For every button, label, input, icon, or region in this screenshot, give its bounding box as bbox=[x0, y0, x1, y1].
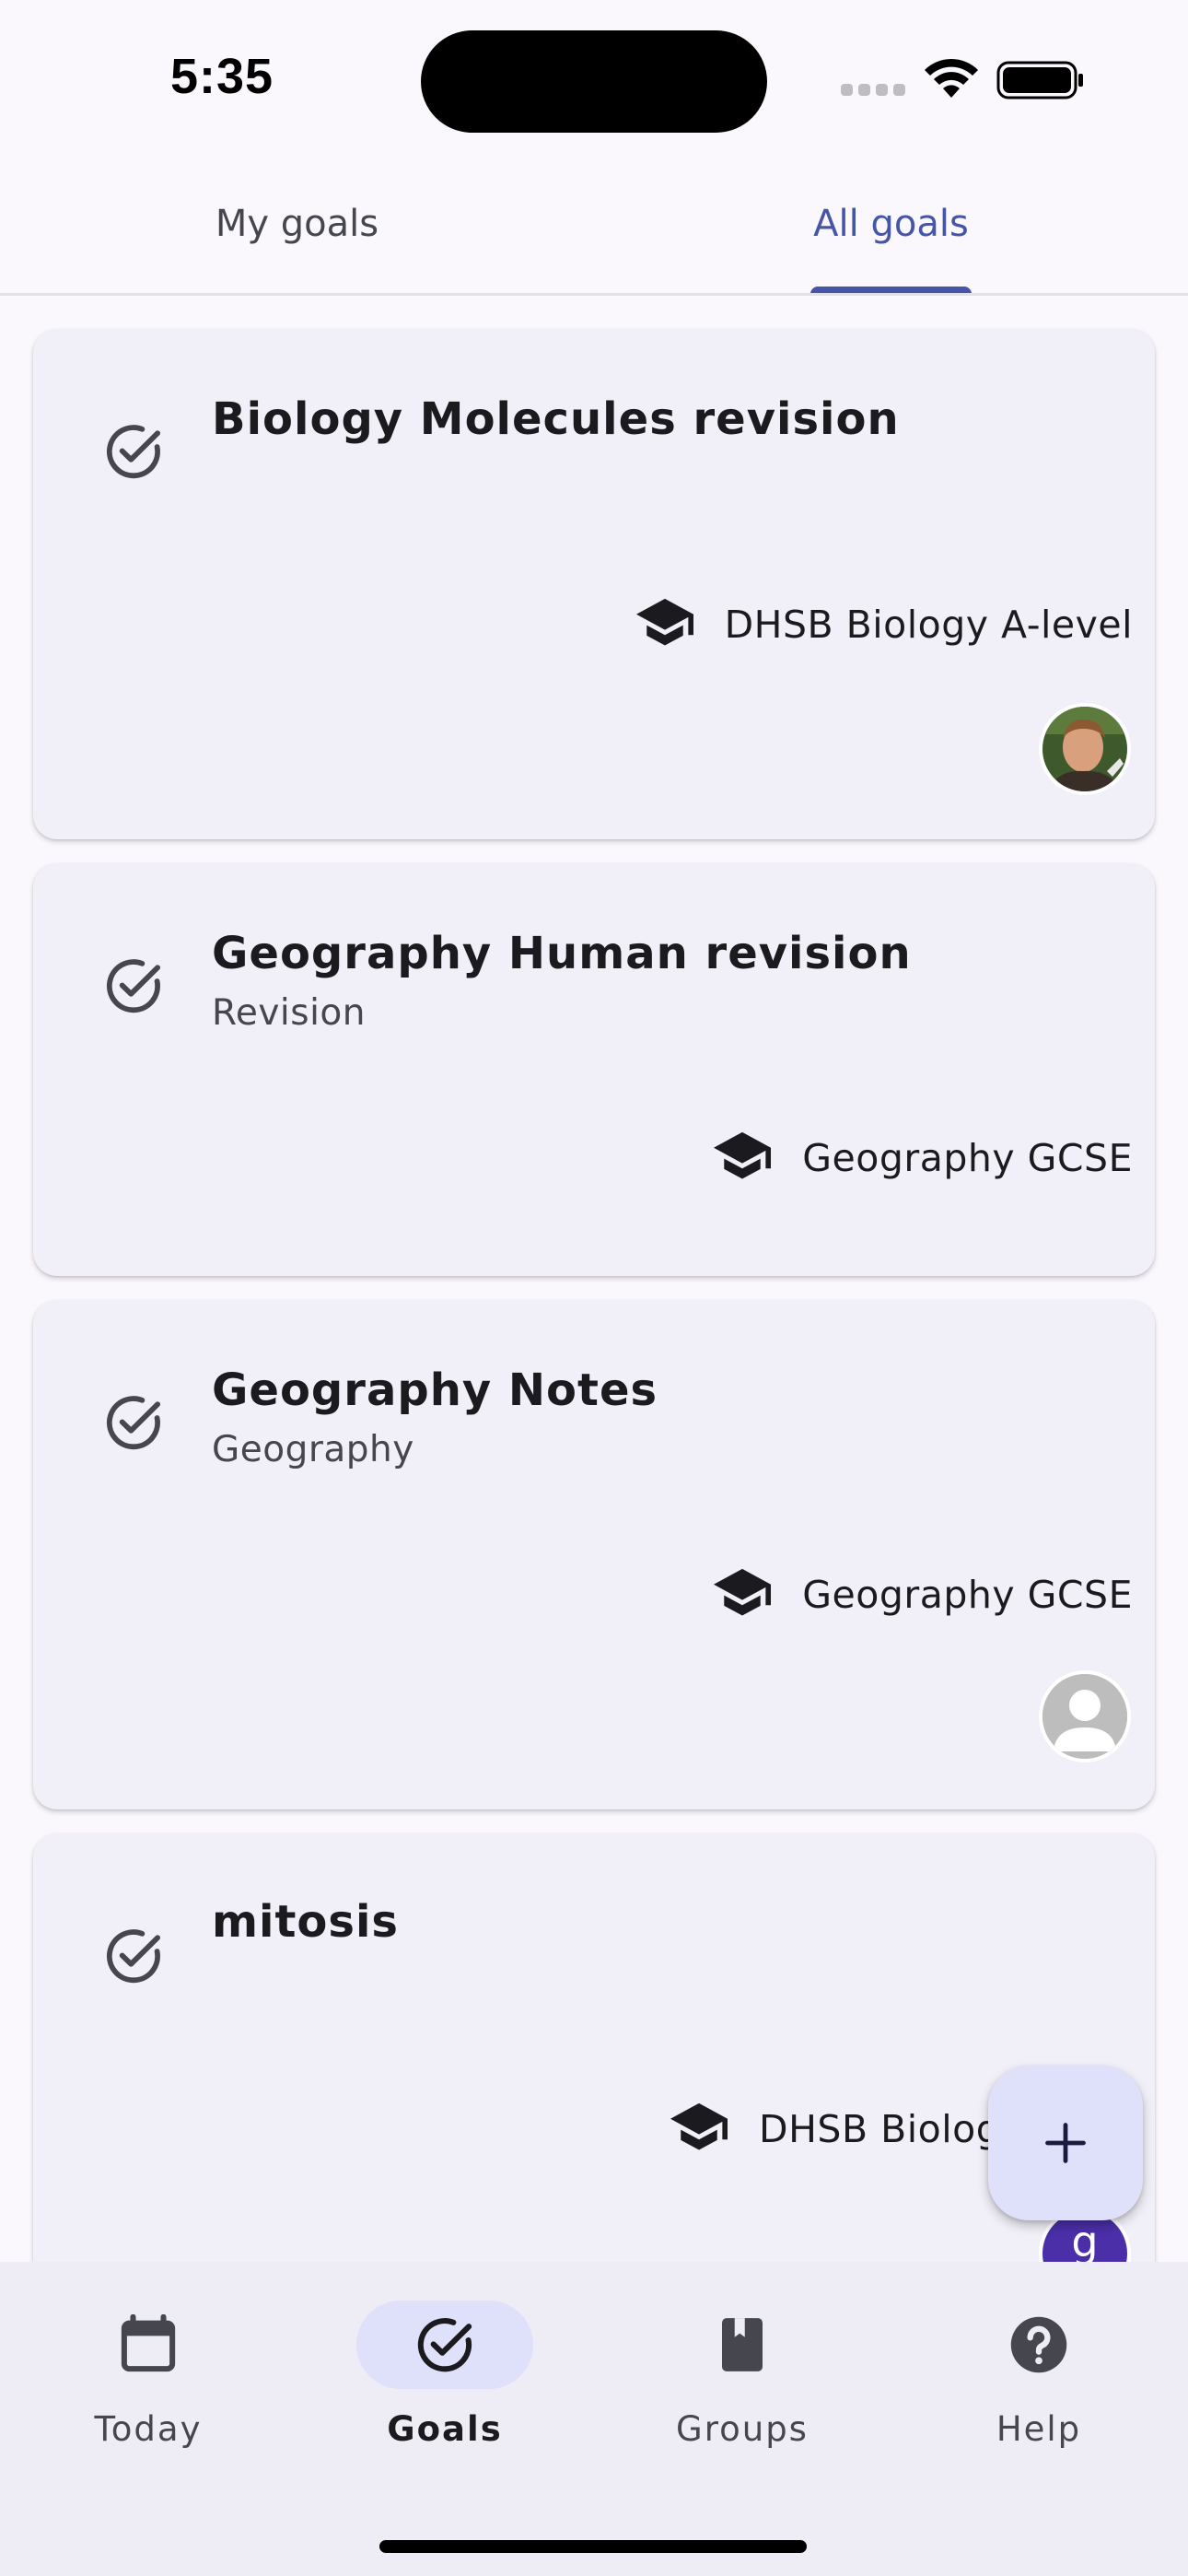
check-circle-icon bbox=[106, 959, 161, 1013]
nav-label: Groups bbox=[676, 2409, 809, 2449]
goal-title: Geography Human revision bbox=[212, 928, 912, 979]
person-placeholder-icon bbox=[1042, 1674, 1127, 1759]
nav-item-groups[interactable]: Groups bbox=[627, 2301, 857, 2449]
nav-item-help[interactable]: Help bbox=[924, 2301, 1154, 2449]
group-name: Geography GCSE bbox=[802, 1573, 1133, 1617]
book-icon bbox=[722, 2318, 763, 2371]
nav-pill bbox=[60, 2301, 237, 2389]
tab-all-goals[interactable]: All goals bbox=[594, 175, 1188, 295]
avatar[interactable] bbox=[1039, 1670, 1131, 1762]
goal-title: Biology Molecules revision bbox=[212, 393, 900, 445]
nav-pill bbox=[950, 2301, 1127, 2389]
battery-icon bbox=[996, 61, 1083, 100]
group-name: Geography GCSE bbox=[802, 1136, 1133, 1180]
goal-subtitle: Revision bbox=[212, 992, 366, 1034]
bottom-navigation: Today Goals Groups Help bbox=[0, 2262, 1188, 2576]
check-circle-icon bbox=[106, 425, 161, 479]
calendar-icon bbox=[121, 2314, 176, 2372]
status-time: 5:35 bbox=[170, 49, 274, 104]
nav-label: Goals bbox=[387, 2409, 503, 2449]
goal-card[interactable]: Geography Notes Geography Geography GCSE bbox=[33, 1300, 1155, 1809]
check-circle-icon bbox=[106, 1396, 161, 1450]
add-goal-button[interactable] bbox=[988, 2066, 1143, 2220]
goal-group[interactable]: Geography GCSE bbox=[710, 1126, 1133, 1190]
group-name: DHSB Biology A-level bbox=[724, 603, 1133, 647]
avatar[interactable] bbox=[1039, 703, 1131, 795]
graduation-cap-icon bbox=[714, 1131, 772, 1179]
goal-group[interactable]: DHSB Biology bbox=[667, 2097, 1023, 2161]
nav-item-goals[interactable]: Goals bbox=[330, 2301, 560, 2449]
goal-group[interactable]: DHSB Biology A-level bbox=[633, 592, 1133, 657]
nav-item-today[interactable]: Today bbox=[33, 2301, 263, 2449]
wifi-icon bbox=[925, 58, 978, 98]
goal-tabs: My goals All goals bbox=[0, 175, 1188, 296]
check-circle-icon bbox=[417, 2318, 472, 2372]
nav-label: Today bbox=[94, 2409, 203, 2449]
nav-pill bbox=[654, 2301, 831, 2389]
goal-card[interactable]: Geography Human revision Revision Geogra… bbox=[33, 863, 1155, 1276]
cellular-signal-icon bbox=[841, 84, 905, 97]
graduation-cap-icon bbox=[714, 1568, 772, 1616]
tabs-divider bbox=[0, 293, 1188, 296]
check-circle-icon bbox=[106, 1929, 161, 1984]
goal-subtitle: Geography bbox=[212, 1429, 414, 1470]
goal-title: mitosis bbox=[212, 1896, 399, 1948]
goals-screen: 5:35 My goals All goals Biology Molecule… bbox=[0, 0, 1188, 2576]
avatar-initial: g bbox=[1071, 2217, 1099, 2266]
dynamic-island bbox=[421, 30, 767, 133]
avatar-photo bbox=[1042, 707, 1127, 791]
nav-label: Help bbox=[996, 2409, 1082, 2449]
graduation-cap-icon bbox=[670, 2102, 728, 2150]
goal-title: Geography Notes bbox=[212, 1364, 658, 1416]
goal-group[interactable]: Geography GCSE bbox=[710, 1563, 1133, 1627]
tab-my-goals[interactable]: My goals bbox=[0, 175, 594, 295]
nav-pill bbox=[356, 2301, 533, 2389]
plus-icon bbox=[1045, 2123, 1086, 2163]
help-icon bbox=[1010, 2316, 1067, 2373]
group-name: DHSB Biology bbox=[759, 2107, 1023, 2151]
home-indicator bbox=[379, 2540, 807, 2553]
graduation-cap-icon bbox=[635, 598, 693, 646]
goal-card[interactable]: Biology Molecules revision DHSB Biology … bbox=[33, 329, 1155, 839]
